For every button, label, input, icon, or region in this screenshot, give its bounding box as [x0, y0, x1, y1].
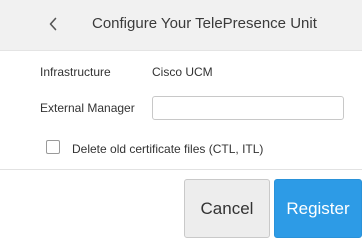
- external-manager-label: External Manager: [40, 101, 135, 115]
- infrastructure-label: Infrastructure: [40, 65, 111, 79]
- footer-divider: [0, 169, 362, 170]
- header-bar: Configure Your TelePresence Unit: [0, 0, 362, 51]
- chevron-left-icon: [48, 17, 58, 31]
- back-button[interactable]: [40, 11, 66, 37]
- infrastructure-value: Cisco UCM: [152, 65, 213, 79]
- cancel-button[interactable]: Cancel: [184, 179, 270, 238]
- delete-certificates-checkbox[interactable]: [46, 140, 60, 154]
- page-title: Configure Your TelePresence Unit: [92, 15, 317, 32]
- external-manager-input[interactable]: [152, 96, 344, 120]
- delete-certificates-label[interactable]: Delete old certificate files (CTL, ITL): [72, 142, 263, 156]
- register-button[interactable]: Register: [274, 179, 362, 238]
